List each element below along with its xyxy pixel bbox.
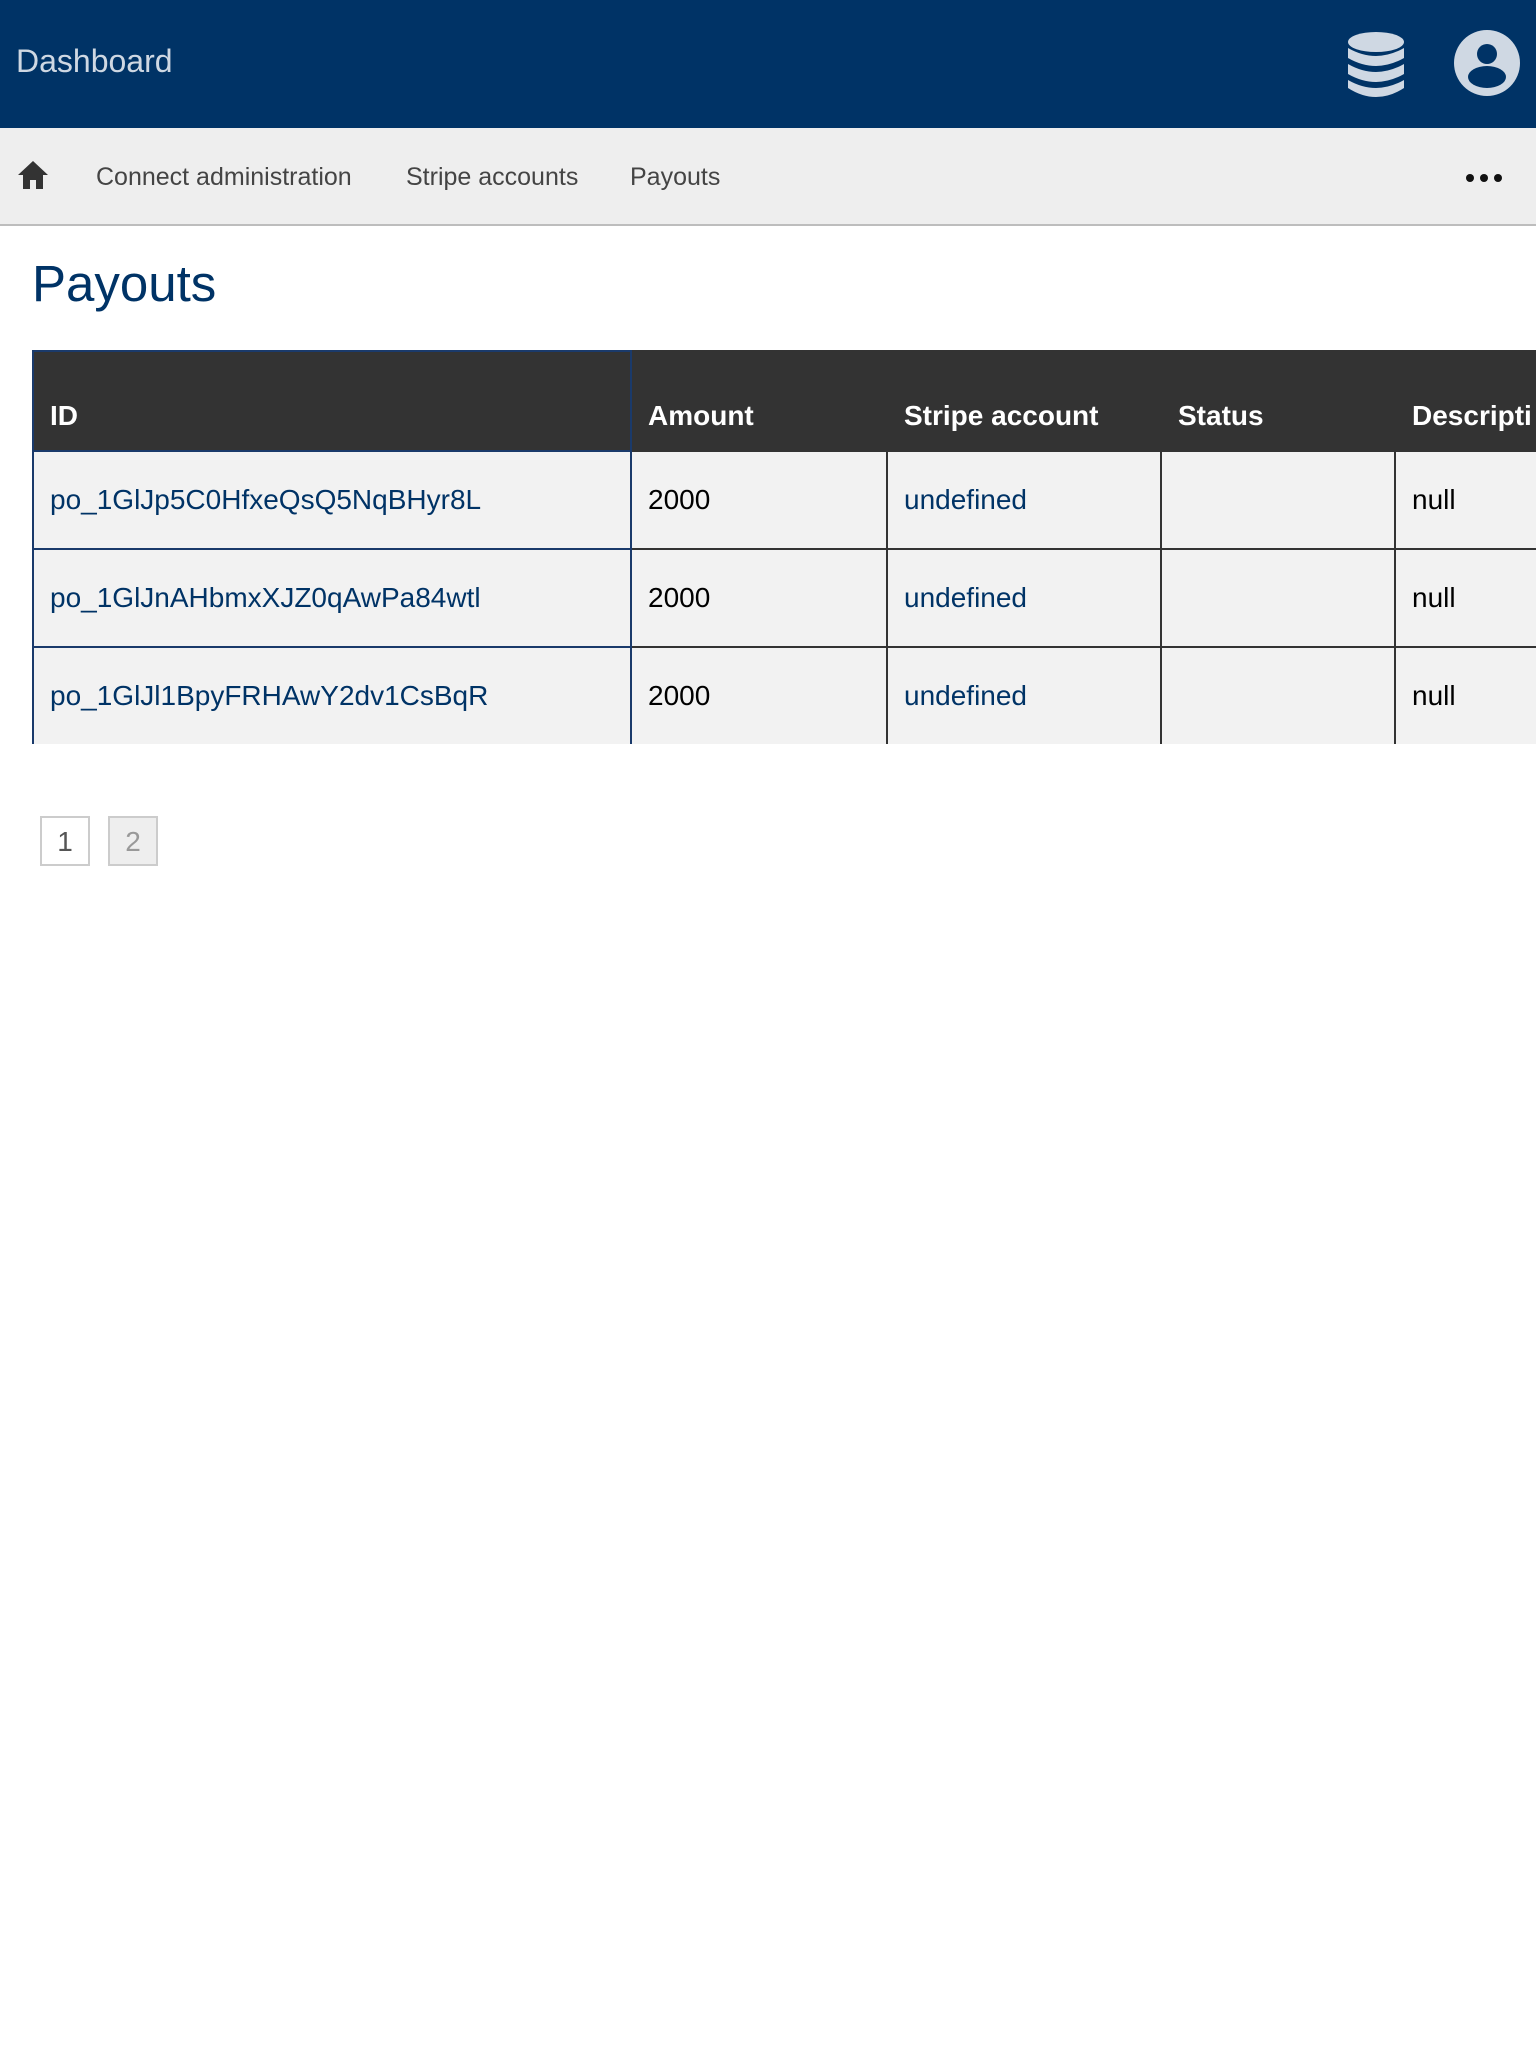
page-button-1[interactable]: 1 — [40, 816, 90, 866]
user-account-icon[interactable] — [1454, 30, 1520, 96]
app-title[interactable]: Dashboard — [16, 42, 173, 80]
payout-id-link[interactable]: po_1GlJl1BpyFRHAwY2dv1CsBqR — [50, 680, 488, 711]
payout-id-cell[interactable]: po_1GlJnAHbmxXJZ0qAwPa84wtl — [32, 548, 632, 648]
status-cell — [1160, 548, 1396, 648]
column-header-id[interactable]: ID — [32, 350, 632, 452]
top-app-bar: Dashboard — [0, 0, 1536, 128]
status-cell — [1160, 646, 1396, 744]
nav-link-payouts[interactable]: Payouts — [630, 162, 720, 192]
payout-id-cell[interactable]: po_1GlJp5C0HfxeQsQ5NqBHyr8L — [32, 450, 632, 550]
stripe-account-link[interactable]: undefined — [904, 680, 1027, 711]
amount-cell: 2000 — [630, 450, 888, 550]
payout-id-cell[interactable]: po_1GlJl1BpyFRHAwY2dv1CsBqR — [32, 646, 632, 744]
stripe-account-link[interactable]: undefined — [904, 582, 1027, 613]
payout-id-link[interactable]: po_1GlJnAHbmxXJZ0qAwPa84wtl — [50, 582, 481, 613]
stripe-account-link[interactable]: undefined — [904, 484, 1027, 515]
stripe-account-cell[interactable]: undefined — [886, 450, 1162, 550]
payouts-table-container[interactable]: ID Amount Stripe account Status Descript… — [32, 350, 1536, 744]
amount-cell: 2000 — [630, 646, 888, 744]
description-cell: null — [1394, 548, 1536, 648]
amount-cell: 2000 — [630, 548, 888, 648]
table-header-row: ID Amount Stripe account Status Descript… — [32, 350, 1536, 452]
column-header-stripe-account[interactable]: Stripe account — [886, 350, 1162, 452]
nav-link-stripe-accounts[interactable]: Stripe accounts — [406, 162, 578, 192]
table-row[interactable]: po_1GlJp5C0HfxeQsQ5NqBHyr8L 2000 undefin… — [32, 450, 1536, 550]
breadcrumb-nav: Connect administration Stripe accounts P… — [0, 128, 1536, 226]
payouts-table: ID Amount Stripe account Status Descript… — [32, 350, 1536, 744]
description-cell: null — [1394, 450, 1536, 550]
stripe-account-cell[interactable]: undefined — [886, 646, 1162, 744]
column-header-description[interactable]: Descripti — [1394, 350, 1536, 452]
database-icon[interactable] — [1344, 30, 1408, 100]
stripe-account-cell[interactable]: undefined — [886, 548, 1162, 648]
status-cell — [1160, 450, 1396, 550]
column-header-status[interactable]: Status — [1160, 350, 1396, 452]
page-button-2[interactable]: 2 — [108, 816, 158, 866]
more-horizontal-icon[interactable] — [1464, 158, 1504, 198]
payout-id-link[interactable]: po_1GlJp5C0HfxeQsQ5NqBHyr8L — [50, 484, 481, 515]
home-icon[interactable] — [16, 158, 50, 192]
table-row[interactable]: po_1GlJnAHbmxXJZ0qAwPa84wtl 2000 undefin… — [32, 548, 1536, 648]
nav-link-connect-administration[interactable]: Connect administration — [96, 162, 352, 192]
page-title: Payouts — [32, 255, 217, 312]
description-cell: null — [1394, 646, 1536, 744]
column-header-amount[interactable]: Amount — [630, 350, 888, 452]
table-row[interactable]: po_1GlJl1BpyFRHAwY2dv1CsBqR 2000 undefin… — [32, 646, 1536, 744]
